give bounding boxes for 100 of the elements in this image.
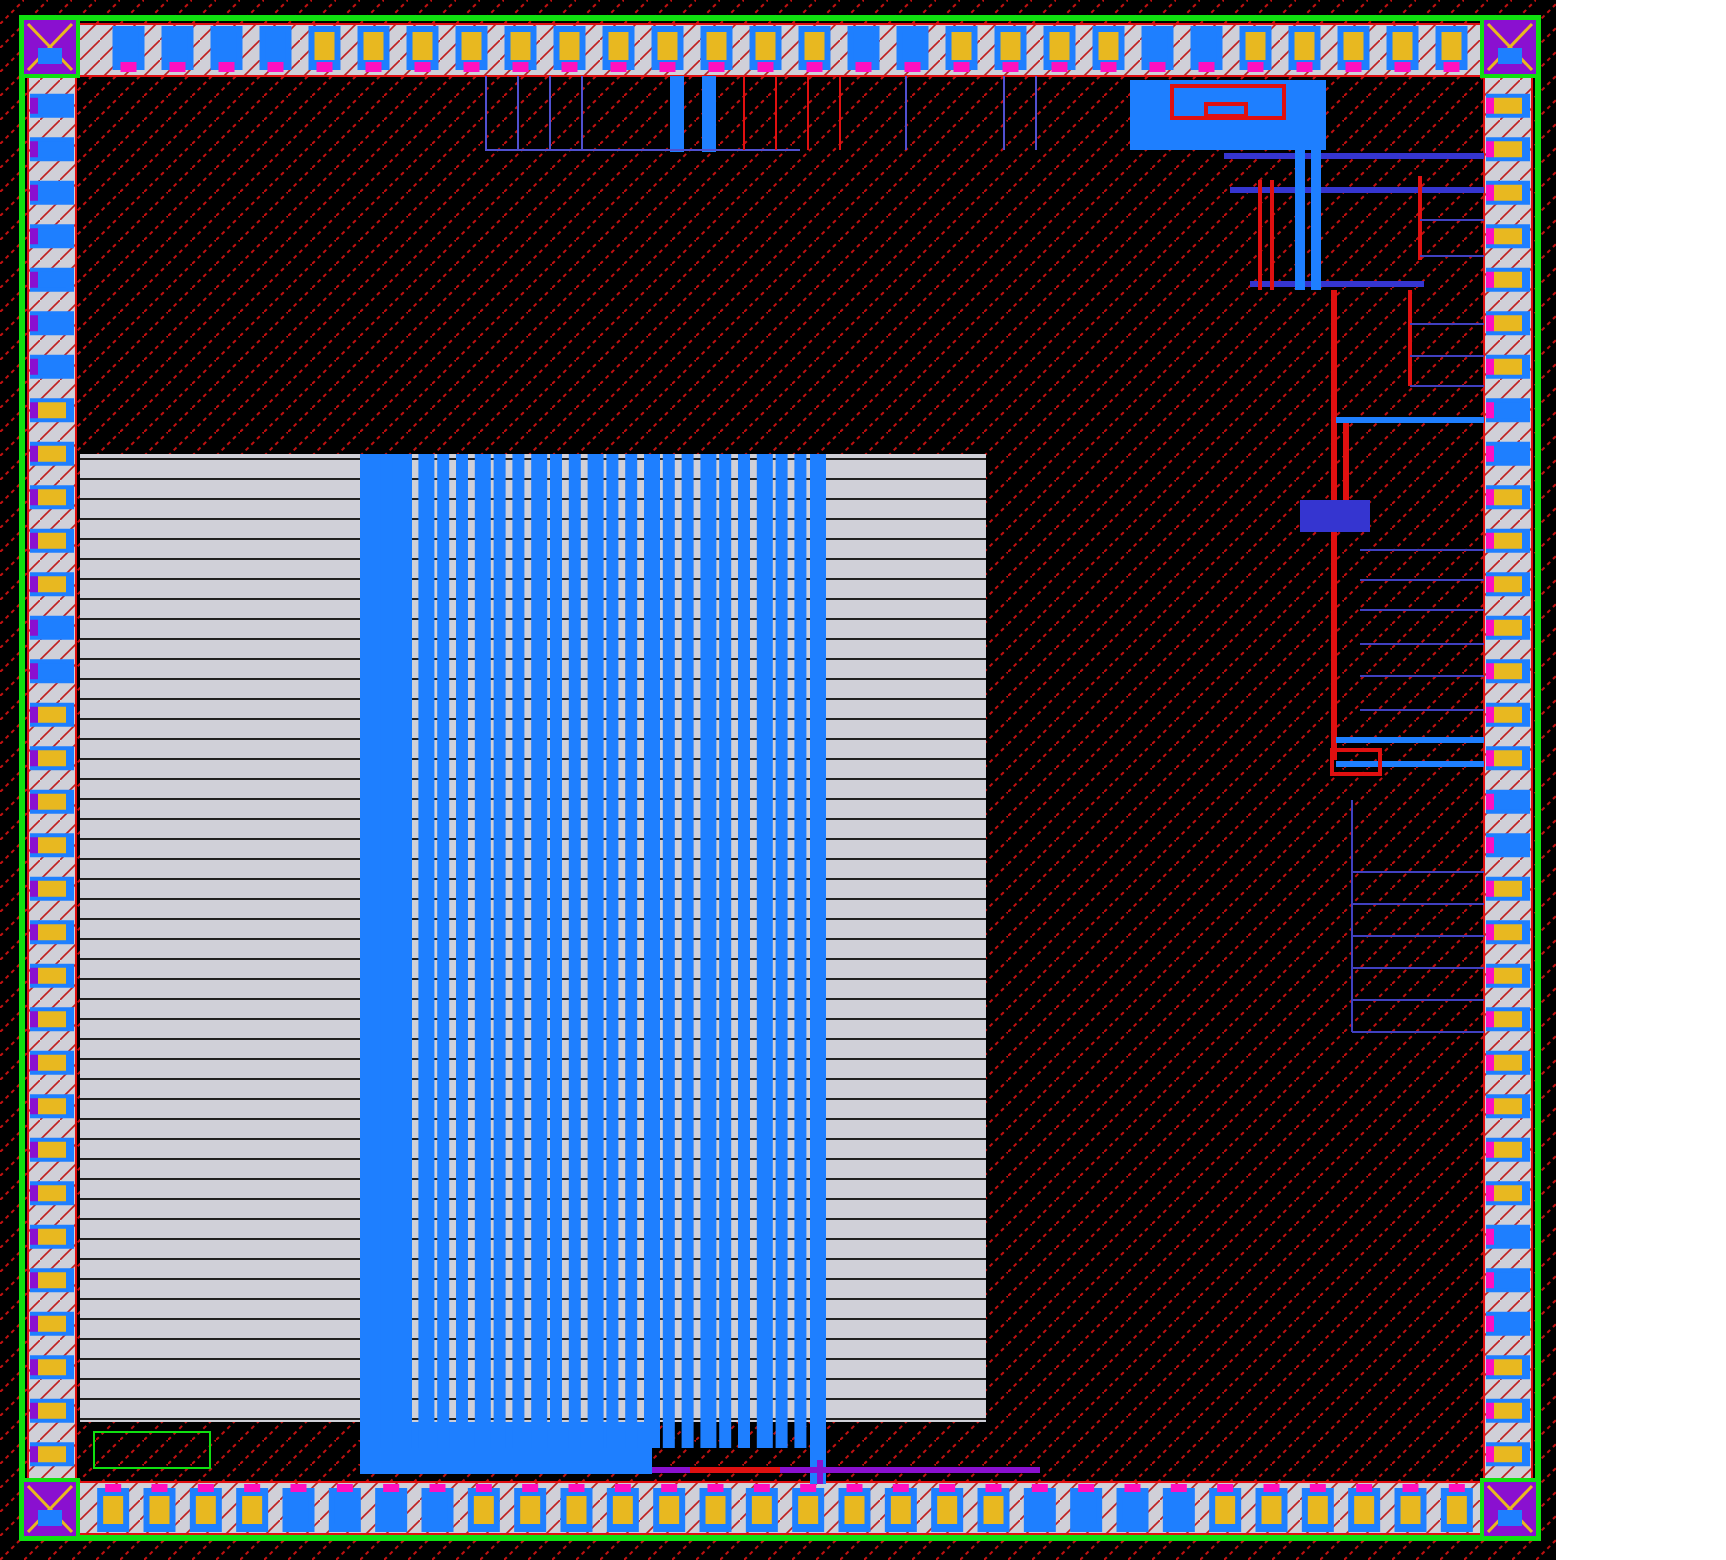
io-pad [1348, 1484, 1381, 1532]
io-pad [1486, 1137, 1530, 1162]
io-pad [1486, 137, 1530, 162]
io-pad [30, 1398, 74, 1423]
io-pad [1255, 1484, 1288, 1532]
io-pad [1116, 1484, 1149, 1532]
placement-outline [93, 1431, 211, 1469]
io-pad [798, 26, 831, 72]
io-pad [455, 26, 488, 72]
io-pad [1486, 485, 1530, 510]
io-pad [1486, 1311, 1530, 1336]
io-pad [467, 1484, 500, 1532]
io-pad [1386, 26, 1419, 72]
io-pad [977, 1484, 1010, 1532]
io-pad [1209, 1484, 1242, 1532]
io-pad [1486, 398, 1530, 423]
io-pad [847, 26, 880, 72]
io-pad [1486, 180, 1530, 205]
io-pad [1141, 26, 1174, 72]
io-pad [1043, 26, 1076, 72]
io-pad [30, 876, 74, 901]
io-pad [1486, 311, 1530, 336]
io-pad [1486, 1181, 1530, 1206]
io-pad [1162, 1484, 1195, 1532]
io-pad [931, 1484, 964, 1532]
io-pad [30, 920, 74, 945]
io-pad [143, 1484, 176, 1532]
io-pad [1486, 267, 1530, 292]
io-pad [1301, 1484, 1334, 1532]
io-pad [1486, 702, 1530, 727]
io-pad [30, 354, 74, 379]
io-pad [30, 1050, 74, 1075]
io-pad [504, 26, 537, 72]
io-pad [236, 1484, 269, 1532]
io-pad [1486, 572, 1530, 597]
io-pad [282, 1484, 315, 1532]
corner-cell-drawing [20, 1478, 80, 1540]
io-pad [30, 1355, 74, 1380]
io-pad [602, 26, 635, 72]
io-pad [30, 659, 74, 684]
io-pad [700, 26, 733, 72]
io-pad [1190, 26, 1223, 72]
io-pad [1239, 26, 1272, 72]
io-pad [1440, 1484, 1473, 1532]
io-pad [1486, 224, 1530, 249]
io-pad [1486, 746, 1530, 771]
corner-cell-drawing [20, 16, 80, 78]
io-pad [30, 224, 74, 249]
io-pad [1486, 876, 1530, 901]
io-pad [749, 26, 782, 72]
io-pad [30, 1137, 74, 1162]
io-pad [30, 702, 74, 727]
io-pad [421, 1484, 454, 1532]
io-pad [1486, 659, 1530, 684]
io-pad [97, 1484, 130, 1532]
io-pad [259, 26, 292, 72]
io-pad [30, 398, 74, 423]
io-pad [884, 1484, 917, 1532]
io-pad [896, 26, 929, 72]
io-pad [1288, 26, 1321, 72]
io-pad [1486, 93, 1530, 118]
io-pad [112, 26, 145, 72]
io-pad [1486, 1355, 1530, 1380]
io-pad [1070, 1484, 1103, 1532]
io-pad [328, 1484, 361, 1532]
io-pad [1337, 26, 1370, 72]
io-pad [30, 1094, 74, 1119]
io-pad [30, 93, 74, 118]
io-pad [30, 528, 74, 553]
io-pad [1486, 1094, 1530, 1119]
corner-cell-drawing [1480, 1478, 1540, 1540]
io-pad [1486, 789, 1530, 814]
io-pad [1023, 1484, 1056, 1532]
io-pad [30, 963, 74, 988]
io-pad [30, 789, 74, 814]
io-pad [1486, 441, 1530, 466]
io-pad [30, 615, 74, 640]
io-pad [1092, 26, 1125, 72]
io-pad [653, 1484, 686, 1532]
io-pad [945, 26, 978, 72]
io-pad [1486, 1398, 1530, 1423]
io-pad [1486, 615, 1530, 640]
io-pad [30, 1442, 74, 1467]
io-pad [161, 26, 194, 72]
io-pad [30, 1268, 74, 1293]
io-pad [406, 26, 439, 72]
io-pad [1486, 1224, 1530, 1249]
io-pad [210, 26, 243, 72]
io-pad [375, 1484, 408, 1532]
io-pad [651, 26, 684, 72]
io-pad [699, 1484, 732, 1532]
io-pad [1486, 1050, 1530, 1075]
io-pad [1486, 963, 1530, 988]
io-pad [30, 1224, 74, 1249]
io-pad [357, 26, 390, 72]
io-pad [308, 26, 341, 72]
io-pad [1486, 1007, 1530, 1032]
io-pad [792, 1484, 825, 1532]
io-pad [189, 1484, 222, 1532]
io-pad [30, 311, 74, 336]
